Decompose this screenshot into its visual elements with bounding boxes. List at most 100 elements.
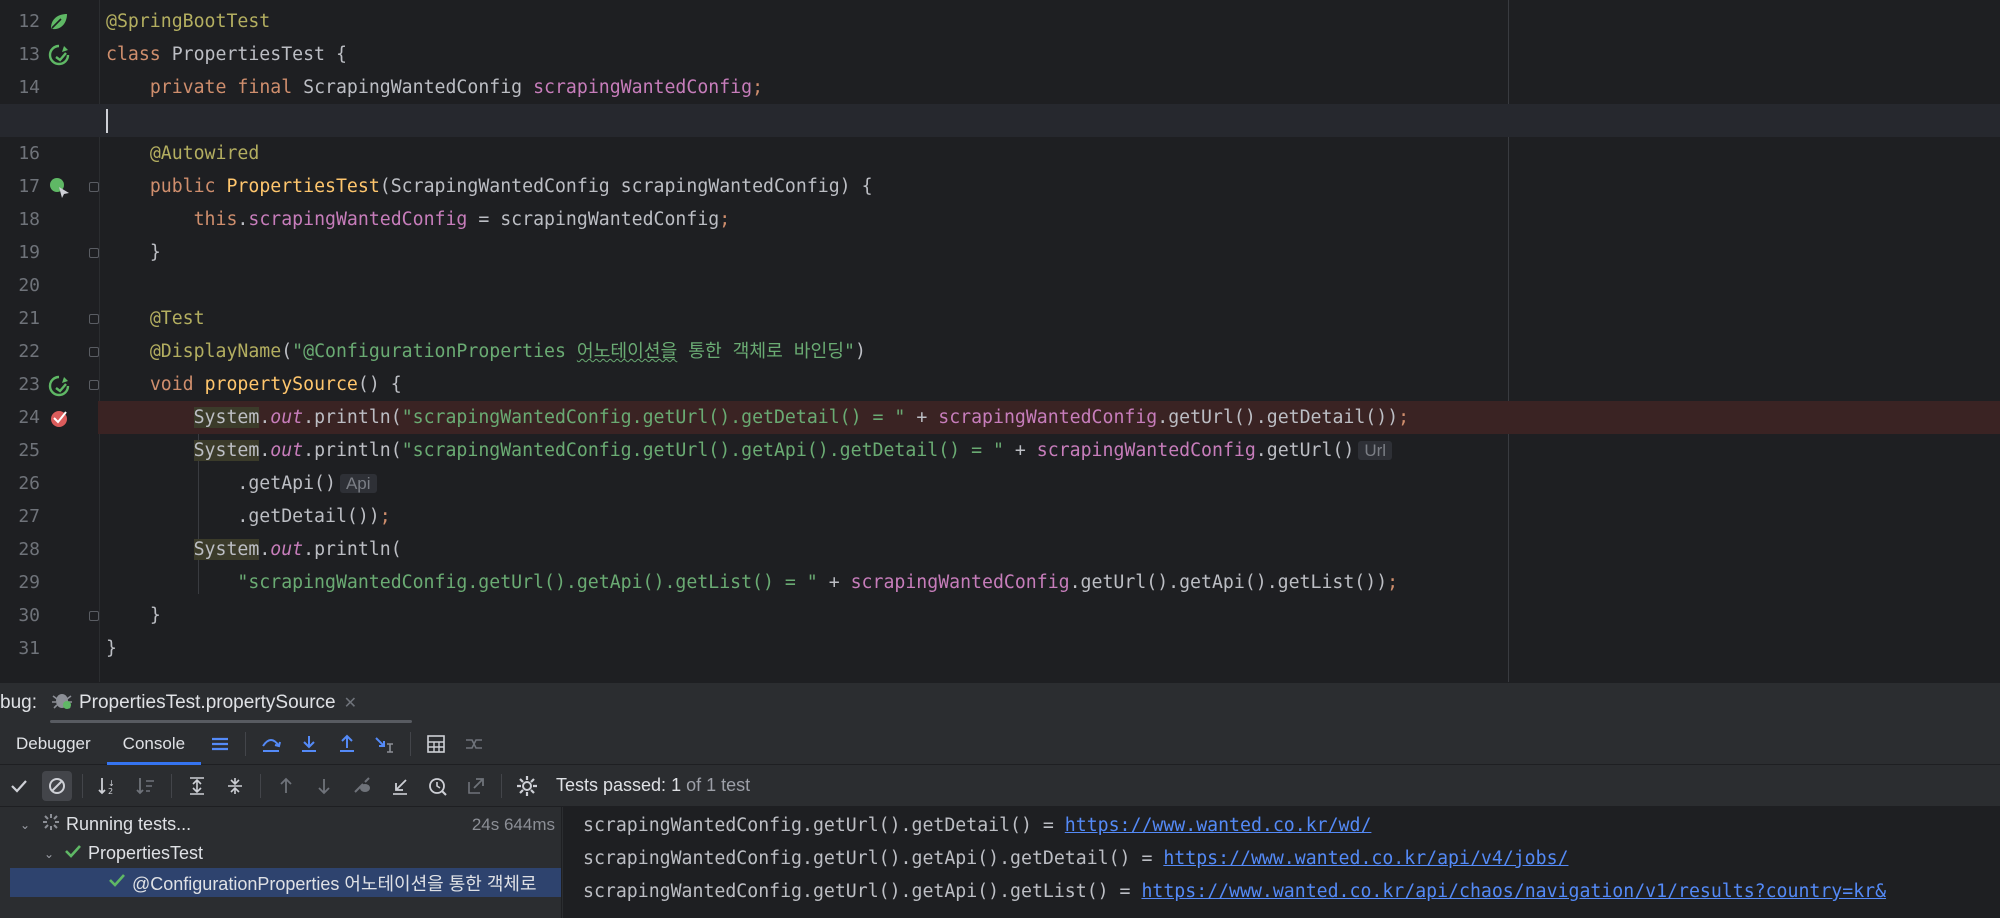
test-duration: 24s 644ms xyxy=(471,814,555,834)
show-passed-icon[interactable] xyxy=(4,771,34,801)
sort-by-duration-icon[interactable] xyxy=(131,771,161,801)
show-ignored-icon[interactable] xyxy=(42,770,72,801)
line-number: 16 xyxy=(18,143,40,164)
console-link[interactable]: https://www.wanted.co.kr/api/chaos/navig… xyxy=(1141,881,1886,902)
line-number: 28 xyxy=(18,539,40,560)
rerun-failed-icon[interactable] xyxy=(347,771,377,801)
test-status-text: Tests passed: 1 of 1 test xyxy=(556,775,751,795)
previous-failed-icon[interactable] xyxy=(271,771,301,801)
spring-autowired-icon[interactable] xyxy=(46,170,72,203)
chevron-down-icon[interactable]: ⌄ xyxy=(42,847,56,861)
tree-row-running[interactable]: ⌄ Running tests... 24s 644ms xyxy=(0,810,561,839)
code-editor[interactable]: 12 13 14 15 16 17 18 19 20 21 22 23 24 2… xyxy=(0,0,2000,682)
code-line-26: .getApi() Api xyxy=(106,467,2000,500)
line-number: 12 xyxy=(18,11,40,32)
menu-icon[interactable] xyxy=(205,729,235,759)
console-link[interactable]: https://www.wanted.co.kr/wd/ xyxy=(1065,815,1372,836)
console-line: scrapingWantedConfig.getUrl().getApi().g… xyxy=(583,848,1569,869)
code-line-18: this.scrapingWantedConfig = scrapingWant… xyxy=(193,209,731,230)
code-line-16: @Autowired xyxy=(149,143,260,164)
line-number: 13 xyxy=(18,44,40,65)
console-link[interactable]: https://www.wanted.co.kr/api/v4/jobs/ xyxy=(1163,848,1568,869)
code-line-24-breakpoint: System.out.println("scrapingWantedConfig… xyxy=(98,401,2000,434)
line-number: 21 xyxy=(18,308,40,329)
toolbar-separator xyxy=(501,773,502,798)
code-line-22: @DisplayName("@ConfigurationProperties 어… xyxy=(149,341,866,362)
sort-alphabetically-icon[interactable]: ↓ 2 xyxy=(93,771,123,801)
line-number: 24 xyxy=(18,407,40,428)
close-tab-icon[interactable]: ✕ xyxy=(344,693,357,713)
export-results-icon[interactable] xyxy=(461,771,491,801)
spinner-icon xyxy=(42,813,60,836)
run-to-cursor-icon[interactable] xyxy=(370,729,400,759)
code-line-23: void propertySource() { xyxy=(149,374,402,395)
fold-marker[interactable] xyxy=(88,599,100,632)
import-tests-icon[interactable] xyxy=(385,771,415,801)
line-number: 18 xyxy=(18,209,40,230)
step-out-icon[interactable] xyxy=(332,729,362,759)
code-line-19: } xyxy=(149,242,161,263)
line-number: 14 xyxy=(18,77,40,98)
run-test-class-icon[interactable] xyxy=(46,38,72,71)
run-test-method-icon[interactable] xyxy=(46,369,72,402)
code-line-14: private final ScrapingWantedConfig scrap… xyxy=(149,77,764,98)
debug-title-bar: bug: PropertiesTest.propertySource ✕ xyxy=(0,683,2000,723)
run-tab-label: PropertiesTest.propertySource xyxy=(78,692,336,713)
tree-row-class[interactable]: ⌄ PropertiesTest xyxy=(0,839,561,868)
toolbar-separator xyxy=(410,731,412,756)
expand-all-icon[interactable] xyxy=(182,771,212,801)
step-into-icon[interactable] xyxy=(294,729,324,759)
console-line: scrapingWantedConfig.getUrl().getDetail(… xyxy=(583,815,1372,836)
tree-row-method-selected[interactable]: @ConfigurationProperties 어노테이션을 통한 객체로 xyxy=(10,868,561,897)
type-hint: Api xyxy=(339,474,377,493)
code-line-12: @SpringBootTest xyxy=(106,11,271,32)
line-number: 30 xyxy=(18,605,40,626)
code-line-21: @Test xyxy=(149,308,205,329)
code-line-27: .getDetail()); xyxy=(237,506,391,527)
code-line-30: } xyxy=(149,605,161,626)
code-line-28: System.out.println( xyxy=(193,539,402,560)
next-failed-icon[interactable] xyxy=(309,771,339,801)
debug-tool-window: bug: PropertiesTest.propertySource ✕ Deb… xyxy=(0,682,2000,918)
chevron-down-icon[interactable]: ⌄ xyxy=(18,818,32,832)
run-configuration-tab[interactable]: PropertiesTest.propertySource ✕ xyxy=(51,683,357,723)
line-number: 22 xyxy=(18,341,40,362)
console-output[interactable]: scrapingWantedConfig.getUrl().getDetail(… xyxy=(563,807,2000,918)
line-number: 25 xyxy=(18,440,40,461)
line-number: 31 xyxy=(18,638,40,659)
fold-marker[interactable] xyxy=(88,302,100,335)
code-line-17: public PropertiesTest(ScrapingWantedConf… xyxy=(149,176,873,197)
settings-gear-icon[interactable] xyxy=(512,771,542,801)
text-caret xyxy=(106,109,108,133)
collapse-all-icon[interactable] xyxy=(220,771,250,801)
svg-text:2: 2 xyxy=(108,787,113,796)
test-history-icon[interactable] xyxy=(423,771,453,801)
fold-marker[interactable] xyxy=(88,335,100,368)
evaluate-expression-icon[interactable] xyxy=(421,729,451,759)
toolbar-separator xyxy=(245,731,247,756)
editor-gutter[interactable]: 12 13 14 15 16 17 18 19 20 21 22 23 24 2… xyxy=(0,0,100,682)
toolbar-separator xyxy=(260,773,261,798)
test-passed-icon xyxy=(64,843,82,864)
trace-stream-icon[interactable] xyxy=(459,729,489,759)
line-number: 23 xyxy=(18,374,40,395)
tree-row-label: @ConfigurationProperties 어노테이션을 통한 객체로 xyxy=(132,873,537,894)
code-line-31: } xyxy=(106,638,117,659)
line-number: 27 xyxy=(18,506,40,527)
fold-marker[interactable] xyxy=(88,170,100,203)
toolbar-separator xyxy=(171,773,172,798)
test-passed-icon xyxy=(108,872,126,893)
fold-marker[interactable] xyxy=(88,368,100,401)
tab-console[interactable]: Console xyxy=(106,723,202,765)
line-number: 29 xyxy=(18,572,40,593)
fold-marker[interactable] xyxy=(88,236,100,269)
debug-toolbar: Debugger Console xyxy=(0,723,2000,765)
spring-bean-icon[interactable] xyxy=(46,5,72,38)
console-line: scrapingWantedConfig.getUrl().getApi().g… xyxy=(583,881,1887,902)
code-line-25: System.out.println("scrapingWantedConfig… xyxy=(106,434,2000,467)
tab-debugger[interactable]: Debugger xyxy=(0,723,107,765)
step-over-icon[interactable] xyxy=(256,729,286,759)
type-hint: Url xyxy=(1358,441,1393,460)
tree-row-label: PropertiesTest xyxy=(88,843,204,863)
breakpoint-icon[interactable] xyxy=(46,401,72,434)
